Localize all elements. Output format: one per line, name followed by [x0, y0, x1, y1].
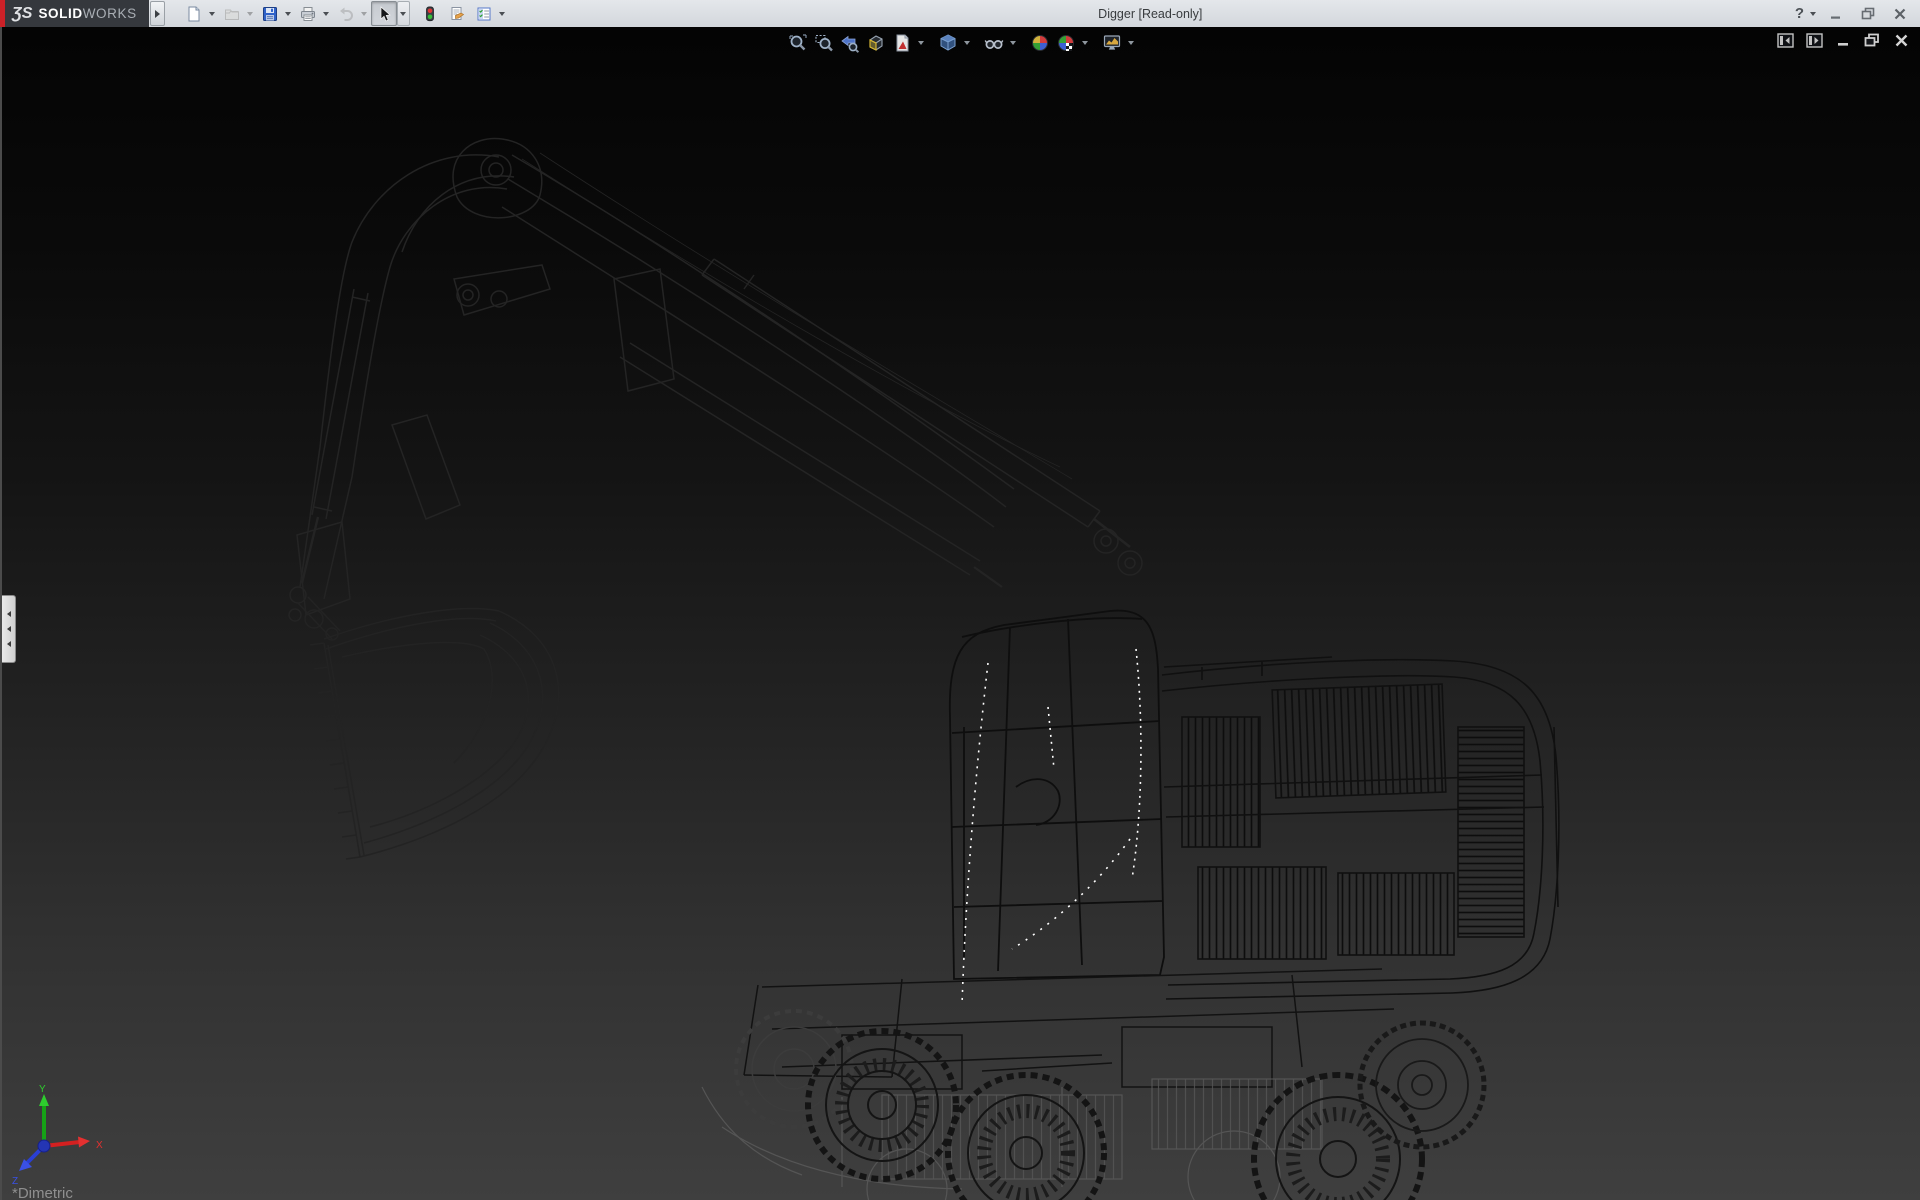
pane-right-icon: [1806, 33, 1823, 48]
new-document-icon: [186, 6, 202, 22]
expand-left-arrow-icon: [7, 611, 11, 617]
save-dropdown[interactable]: [283, 2, 294, 25]
scene-ball-icon: [1056, 33, 1076, 53]
app-close-button[interactable]: [1886, 3, 1914, 24]
model-bucket: [298, 597, 559, 859]
help-dropdown[interactable]: [1807, 2, 1818, 25]
minimize-icon: [1829, 8, 1843, 20]
print-button[interactable]: [295, 1, 321, 26]
view-orientation-label: *Dimetric: [12, 1185, 73, 1200]
restore-icon: [1861, 7, 1876, 20]
model-cab: [950, 611, 1164, 979]
model-deck: [1162, 657, 1559, 999]
solidworks-logo: ƷS SOLIDWORKS: [0, 0, 149, 27]
new-document-button[interactable]: [181, 1, 207, 26]
select-tool-button[interactable]: [371, 1, 397, 26]
edit-appearance-button[interactable]: [1028, 31, 1052, 55]
options-icon: [476, 6, 492, 22]
logo-red-accent: [0, 0, 5, 27]
traffic-light-icon: [422, 6, 438, 22]
file-properties-button[interactable]: [444, 1, 470, 26]
undo-icon: [338, 6, 354, 22]
open-button[interactable]: [219, 1, 245, 26]
pane-left-icon: [1777, 33, 1794, 48]
model-chassis: [744, 969, 1394, 1089]
hide-show-items-button[interactable]: [982, 31, 1006, 55]
print-dropdown[interactable]: [321, 2, 332, 25]
zoom-to-area-button[interactable]: [812, 31, 836, 55]
doc-close-button[interactable]: [1890, 30, 1912, 50]
display-style-button[interactable]: [890, 31, 914, 55]
doc-minimize-icon: [1836, 34, 1851, 47]
view-settings-button[interactable]: [1100, 31, 1124, 55]
document-window-controls: [1774, 30, 1912, 50]
show-right-pane-button[interactable]: [1803, 30, 1825, 50]
previous-view-button[interactable]: [838, 31, 862, 55]
titlebar: ƷS SOLIDWORKS: [0, 0, 1920, 28]
model-highlight-edges: [962, 649, 1141, 1005]
view-settings-monitor-icon: [1102, 33, 1122, 53]
window-title: Digger [Read-only]: [509, 7, 1792, 21]
expand-left-arrow-icon: [7, 641, 11, 647]
doc-minimize-button[interactable]: [1832, 30, 1854, 50]
options-button[interactable]: [471, 1, 497, 26]
solidworks-logo-text-light: WORKS: [83, 6, 137, 21]
zoom-to-fit-icon: [788, 33, 808, 53]
menu-flyout-button[interactable]: [150, 1, 165, 26]
print-icon: [300, 6, 316, 22]
file-properties-icon: [449, 6, 465, 22]
help-icon[interactable]: ?: [1792, 5, 1807, 22]
select-cursor-icon: [376, 6, 392, 22]
view-orientation-dropdown[interactable]: [962, 31, 972, 55]
main-toolbar: [181, 1, 509, 26]
titlebar-right-controls: ?: [1792, 2, 1914, 25]
doc-restore-icon: [1864, 33, 1880, 47]
doc-restore-button[interactable]: [1861, 30, 1883, 50]
undo-dropdown[interactable]: [359, 2, 370, 25]
apply-scene-dropdown[interactable]: [1080, 31, 1090, 55]
orientation-triad: X Y Z: [4, 1084, 134, 1194]
triad-y-label: Y: [39, 1084, 46, 1095]
display-style-dropdown[interactable]: [916, 31, 926, 55]
app-restore-button[interactable]: [1854, 3, 1882, 24]
section-view-button[interactable]: [864, 31, 888, 55]
solidworks-logo-text-bold: SOLID: [38, 6, 82, 21]
close-icon: [1893, 8, 1907, 20]
open-icon: [224, 6, 240, 22]
app-minimize-button[interactable]: [1822, 3, 1850, 24]
triad-x-label: X: [96, 1140, 103, 1151]
graphics-viewport[interactable]: X Y Z *Dimetric: [0, 27, 1920, 1200]
apply-scene-button[interactable]: [1054, 31, 1078, 55]
rebuild-button[interactable]: [417, 1, 443, 26]
eyeglasses-icon: [984, 33, 1004, 53]
open-dropdown[interactable]: [245, 2, 256, 25]
doc-close-icon: [1894, 34, 1909, 47]
appearance-ball-icon: [1030, 33, 1050, 53]
options-dropdown[interactable]: [497, 2, 508, 25]
view-orientation-cube-icon: [938, 33, 958, 53]
model-boom: [289, 139, 1142, 621]
expand-left-arrow-icon: [7, 626, 11, 632]
solidworks-window: ƷS SOLIDWORKS: [0, 0, 1920, 1200]
solidworks-logo-glyph: ƷS: [12, 5, 32, 23]
view-orientation-button[interactable]: [936, 31, 960, 55]
zoom-to-area-icon: [814, 33, 834, 53]
view-settings-dropdown[interactable]: [1126, 31, 1136, 55]
select-tool-dropdown[interactable]: [397, 1, 410, 26]
hide-show-items-dropdown[interactable]: [1008, 31, 1018, 55]
previous-view-icon: [840, 33, 860, 53]
save-button[interactable]: [257, 1, 283, 26]
model-wireframe-digger: [2, 27, 1920, 1200]
show-left-pane-button[interactable]: [1774, 30, 1796, 50]
flyout-arrow-icon: [155, 10, 160, 18]
new-document-dropdown[interactable]: [207, 2, 218, 25]
feature-manager-collapsed-tab[interactable]: [2, 595, 16, 663]
undo-button[interactable]: [333, 1, 359, 26]
section-view-icon: [866, 33, 886, 53]
save-icon: [262, 6, 278, 22]
display-style-icon: [892, 33, 912, 53]
zoom-to-fit-button[interactable]: [786, 31, 810, 55]
